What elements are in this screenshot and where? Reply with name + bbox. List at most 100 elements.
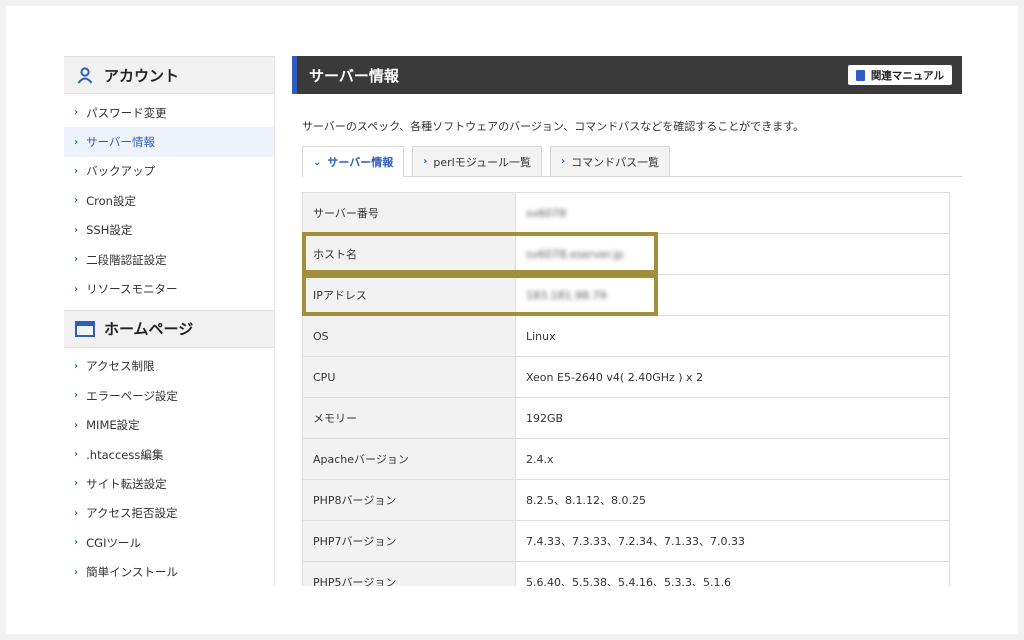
page-title: サーバー情報: [309, 66, 399, 85]
row-value-text: 192GB: [526, 411, 564, 425]
server-info-table: サーバー番号 sv6078 ホスト名 sv6078.xserver.jp IPアドレス 1…: [302, 192, 950, 586]
homepage-nav-item-6[interactable]: › CGIツール: [64, 528, 274, 557]
row-value-text: 7.4.33、7.3.33、7.2.34、7.1.33、7.0.33: [526, 535, 745, 548]
row-value: sv6078: [515, 192, 950, 234]
row-value: Linux: [515, 315, 950, 357]
table-row: PHP8バージョン 8.2.5、8.1.12、8.0.25: [302, 479, 950, 521]
row-value: 192GB: [515, 397, 950, 439]
person-icon: [74, 66, 96, 84]
account-nav-item-label: 二段階認証設定: [86, 252, 167, 267]
chevron-right-icon: ›: [74, 254, 79, 266]
table-row: CPU Xeon E5-2640 v4( 2.40GHz ) x 2: [302, 356, 950, 398]
page-description: サーバーのスペック、各種ソフトウェアのバージョン、コマンドパスなどを確認すること…: [302, 120, 805, 133]
homepage-nav-list: › アクセス制限 › エラーページ設定 › MIME設定 › .htaccess編集 › サイト転…: [64, 348, 274, 586]
row-key: OS: [302, 315, 516, 357]
title-bar: サーバー情報 関連マニュアル: [292, 56, 962, 94]
homepage-nav-item-label: サイト転送設定: [86, 476, 167, 491]
row-key: CPU: [302, 356, 516, 398]
homepage-nav-item-2[interactable]: › MIME設定: [64, 411, 274, 440]
account-nav-item-3[interactable]: › Cron設定: [64, 186, 274, 215]
row-value: 183.181.98.79: [515, 274, 950, 316]
chevron-right-icon: ›: [560, 156, 566, 167]
homepage-nav-item-label: CGIツール: [86, 535, 141, 550]
account-nav-item-label: Cron設定: [86, 193, 136, 208]
table-row: Apacheバージョン 2.4.x: [302, 438, 950, 480]
homepage-nav-item-label: アクセス制限: [86, 359, 155, 374]
row-value-text: Xeon E5-2640 v4( 2.40GHz ) x 2: [526, 370, 704, 384]
chevron-right-icon: ›: [74, 478, 79, 490]
account-nav-item-5[interactable]: › 二段階認証設定: [64, 245, 274, 274]
homepage-nav-item-7[interactable]: › 簡単インストール: [64, 557, 274, 586]
chevron-right-icon: ›: [74, 360, 79, 372]
row-value-text: sv6078: [526, 206, 567, 220]
book-icon: [855, 69, 865, 81]
row-key: サーバー番号: [302, 192, 516, 234]
row-key: PHP8バージョン: [302, 479, 516, 521]
row-value-text: 2.4.x: [526, 452, 554, 466]
chevron-right-icon: ›: [74, 136, 79, 148]
account-nav-item-4[interactable]: › SSH設定: [64, 216, 274, 245]
row-key: IPアドレス: [302, 274, 516, 316]
homepage-nav-item-0[interactable]: › アクセス制限: [64, 352, 274, 381]
account-nav-item-label: サーバー情報: [86, 135, 156, 150]
chevron-right-icon: ›: [74, 419, 79, 431]
account-nav-item-2[interactable]: › バックアップ: [64, 157, 274, 186]
row-key: PHP5バージョン: [302, 561, 516, 586]
chevron-right-icon: ›: [74, 537, 79, 549]
account-section-header: アカウント: [64, 56, 274, 94]
homepage-nav-item-label: エラーページ設定: [86, 388, 178, 403]
homepage-nav-item-3[interactable]: › .htaccess編集: [64, 440, 274, 469]
related-manual-label: 関連マニュアル: [870, 69, 944, 82]
chevron-right-icon: ›: [74, 224, 79, 236]
table-row: サーバー番号 sv6078: [302, 192, 950, 234]
chevron-right-icon: ›: [74, 449, 79, 461]
chevron-right-icon: ›: [74, 165, 79, 177]
row-value-text: 183.181.98.79: [526, 288, 607, 302]
sidebar: アカウント › パスワード変更 › サーバー情報 › バックアップ › Cron設定 › SSH設…: [64, 56, 275, 586]
chevron-down-icon: ⌄: [313, 156, 322, 168]
row-value: 2.4.x: [515, 438, 950, 480]
homepage-nav-item-label: .htaccess編集: [86, 447, 164, 462]
account-nav-item-label: パスワード変更: [86, 105, 167, 120]
homepage-nav-item-5[interactable]: › アクセス拒否設定: [64, 499, 274, 528]
row-key: PHP7バージョン: [302, 520, 516, 562]
row-key: Apacheバージョン: [302, 438, 516, 480]
row-value: 7.4.33、7.3.33、7.2.34、7.1.33、7.0.33: [515, 520, 950, 562]
chevron-right-icon: ›: [74, 195, 79, 207]
chevron-right-icon: ›: [423, 156, 428, 167]
account-nav-item-label: リソースモニター: [86, 282, 178, 297]
chevron-right-icon: ›: [74, 107, 79, 119]
account-nav-item-0[interactable]: › パスワード変更: [64, 98, 274, 127]
table-row: OS Linux: [302, 315, 950, 357]
account-nav-item-label: バックアップ: [86, 164, 156, 179]
row-value: sv6078.xserver.jp: [515, 233, 950, 275]
chevron-right-icon: ›: [74, 390, 79, 402]
chevron-right-icon: ›: [74, 283, 79, 295]
tab-2[interactable]: › コマンドパス一覧: [549, 146, 671, 176]
tab-bar: ⌄ サーバー情報 › perlモジュール一覧 › コマンドパス一覧: [302, 146, 962, 177]
chevron-right-icon: ›: [74, 566, 79, 578]
account-nav-item-1[interactable]: › サーバー情報: [64, 127, 274, 157]
homepage-nav-item-4[interactable]: › サイト転送設定: [64, 469, 274, 498]
homepage-section-title: ホームページ: [104, 320, 194, 339]
homepage-nav-item-1[interactable]: › エラーページ設定: [64, 381, 274, 410]
related-manual-button[interactable]: 関連マニュアル: [847, 65, 952, 85]
row-value: Xeon E5-2640 v4( 2.40GHz ) x 2: [515, 356, 950, 398]
row-key: ホスト名: [302, 233, 516, 275]
tab-1[interactable]: › perlモジュール一覧: [412, 146, 542, 176]
table-row: PHP5バージョン 5.6.40、5.5.38、5.4.16、5.3.3、5.1.…: [302, 561, 950, 586]
tab-0[interactable]: ⌄ サーバー情報: [302, 146, 405, 177]
row-value: 8.2.5、8.1.12、8.0.25: [515, 479, 950, 521]
row-value: 5.6.40、5.5.38、5.4.16、5.3.3、5.1.6: [515, 561, 950, 586]
account-nav-item-6[interactable]: › リソースモニター: [64, 274, 274, 303]
row-key: メモリー: [302, 397, 516, 439]
homepage-section-header: ホームページ: [64, 309, 274, 348]
table-row: ホスト名 sv6078.xserver.jp: [302, 233, 950, 275]
homepage-nav-item-label: MIME設定: [86, 418, 140, 433]
row-value-text: sv6078.xserver.jp: [526, 247, 624, 261]
table-row: PHP7バージョン 7.4.33、7.3.33、7.2.34、7.1.33、7.0…: [302, 520, 950, 562]
row-value-text: Linux: [526, 329, 556, 343]
table-row: IPアドレス 183.181.98.79: [302, 274, 950, 316]
tab-label: サーバー情報: [327, 156, 394, 169]
tab-label: perlモジュール一覧: [433, 155, 531, 169]
